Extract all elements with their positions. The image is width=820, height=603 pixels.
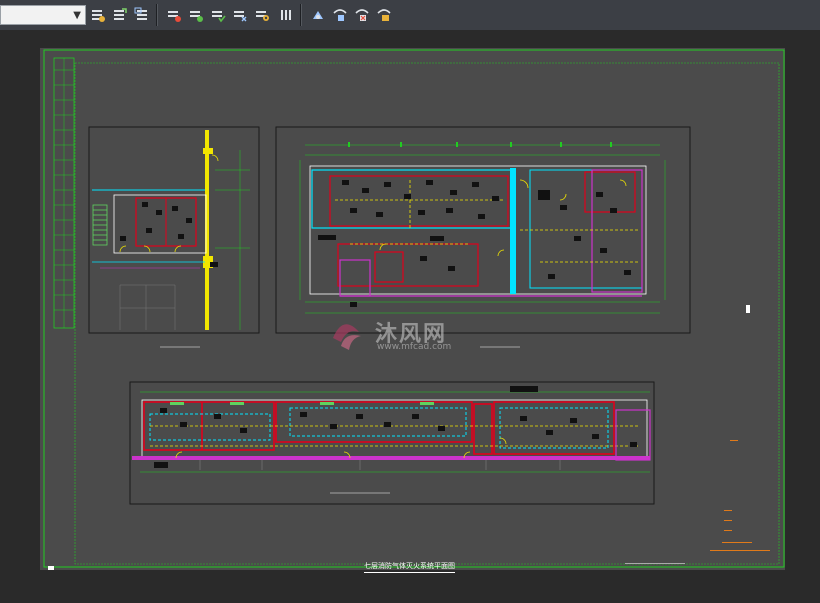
origin-marker	[48, 566, 54, 570]
drawing-canvas[interactable]: 沐风网 www.mfcad.com 七层消防气体灭火系统平面图	[0, 30, 820, 603]
layer-off-icon[interactable]	[208, 5, 228, 25]
layer-properties-icon[interactable]	[88, 5, 108, 25]
layer-unisolate-icon[interactable]	[186, 5, 206, 25]
layer-change-icon[interactable]	[374, 5, 394, 25]
panel-stair-plan	[88, 126, 260, 348]
layer-match-icon[interactable]	[276, 5, 296, 25]
toolbar-separator	[300, 4, 302, 26]
layer-dropdown[interactable]: ▼	[0, 5, 86, 25]
drawing-title: 七层消防气体灭火系统平面图	[364, 561, 455, 573]
watermark-url: www.mfcad.com	[377, 342, 452, 352]
layer-isolate-icon[interactable]	[164, 5, 184, 25]
north-marker	[746, 305, 750, 313]
layers-toolbar: ▼	[0, 0, 820, 31]
panel-long-plan	[129, 381, 655, 505]
layer-delete-icon[interactable]	[352, 5, 372, 25]
layer-state-icon[interactable]	[110, 5, 130, 25]
layer-freeze-icon[interactable]	[230, 5, 250, 25]
layer-walk-icon[interactable]	[308, 5, 328, 25]
watermark: 沐风网 www.mfcad.com	[327, 310, 497, 360]
layer-lock-icon[interactable]	[252, 5, 272, 25]
toolbar-separator	[156, 4, 158, 26]
chevron-down-icon[interactable]: ▼	[73, 10, 81, 21]
layer-merge-icon[interactable]	[330, 5, 350, 25]
layer-previous-icon[interactable]	[132, 5, 152, 25]
